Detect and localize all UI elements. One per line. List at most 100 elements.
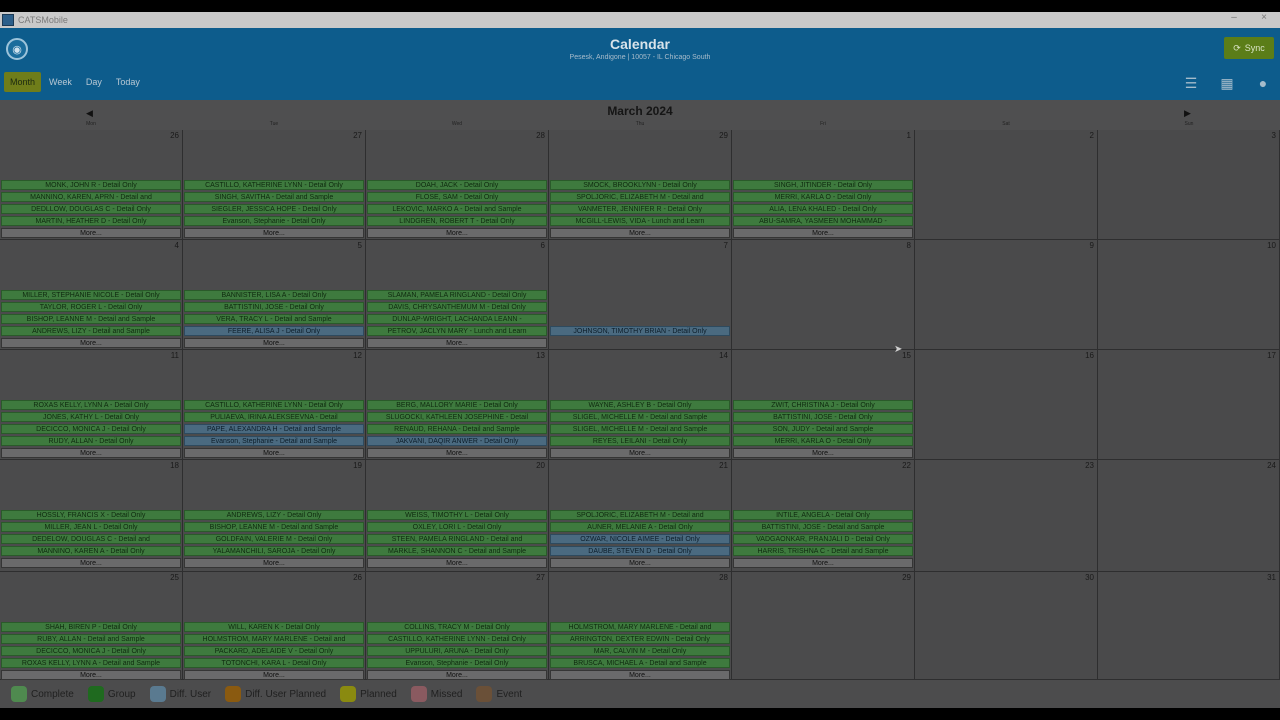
calendar-event[interactable]: Evanson, Stephanie - Detail and Sample (184, 436, 364, 446)
calendar-event[interactable]: BERG, MALLORY MARIE - Detail Only (367, 400, 547, 410)
calendar-event[interactable]: HOSSLY, FRANCIS X - Detail Only (1, 510, 181, 520)
calendar-event[interactable]: WEISS, TIMOTHY L - Detail Only (367, 510, 547, 520)
day-cell[interactable]: 26 MONK, JOHN R - Detail Only MANNINO, KAR… (0, 130, 183, 240)
more-button[interactable]: More... (1, 228, 181, 238)
more-button[interactable]: More... (184, 228, 364, 238)
day-cell[interactable]: 28 DOAH, JACK - Detail Only FLOSE, SAM - D… (366, 130, 549, 240)
calendar-event[interactable]: DOAH, JACK - Detail Only (367, 180, 547, 190)
day-cell[interactable]: 28 HOLMSTROM, MARY MARLENE - Detail and AR… (549, 572, 732, 680)
calendar-event[interactable]: SLAMAN, PAMELA RINGLAND - Detail Only (367, 290, 547, 300)
calendar-event[interactable]: BATTISTINI, JOSE - Detail Only (184, 302, 364, 312)
calendar-event[interactable]: FLOSE, SAM - Detail Only (367, 192, 547, 202)
day-cell[interactable]: 26 WILL, KAREN K - Detail Only HOLMSTROM, … (183, 572, 366, 680)
calendar-event[interactable]: DECICCO, MONICA J - Detail Only (1, 424, 181, 434)
calendar-event[interactable]: SON, JUDY - Detail and Sample (733, 424, 913, 434)
day-cell[interactable]: 31 (1098, 572, 1280, 680)
calendar-event[interactable]: BISHOP, LEANNE M - Detail and Sample (184, 522, 364, 532)
calendar-event[interactable]: RUDY, ALLAN - Detail Only (1, 436, 181, 446)
day-cell[interactable]: 7 JOHNSON, TIMOTHY BRIAN - Detail Only (549, 240, 732, 350)
calendar-event[interactable]: ZWIT, CHRISTINA J - Detail Only (733, 400, 913, 410)
calendar-event[interactable]: DUNLAP-WRIGHT, LACHANDA LEANN - (367, 314, 547, 324)
calendar-event[interactable]: PACKARD, ADELAIDE V - Detail Only (184, 646, 364, 656)
day-cell[interactable]: 9 (915, 240, 1098, 350)
more-button[interactable]: More... (1, 338, 181, 348)
calendar-event[interactable]: RENAUD, REHANA - Detail and Sample (367, 424, 547, 434)
calendar-event[interactable]: DECICCO, MONICA J - Detail Only (1, 646, 181, 656)
calendar-event[interactable]: HOLMSTROM, MARY MARLENE - Detail and (550, 622, 730, 632)
more-button[interactable]: More... (1, 558, 181, 568)
calendar-event[interactable]: YALAMANCHILI, SAROJA - Detail Only (184, 546, 364, 556)
day-cell[interactable]: 12 CASTILLO, KATHERINE LYNN - Detail Only… (183, 350, 366, 460)
day-cell[interactable]: 30 (915, 572, 1098, 680)
calendar-event[interactable]: WILL, KAREN K - Detail Only (184, 622, 364, 632)
calendar-event[interactable]: MARKLE, SHANNON C - Detail and Sample (367, 546, 547, 556)
day-cell[interactable]: 15 ZWIT, CHRISTINA J - Detail Only BATTIST… (732, 350, 915, 460)
calendar-event[interactable]: MILLER, STEPHANIE NICOLE - Detail Only (1, 290, 181, 300)
calendar-event[interactable]: BRUSCA, MICHAEL A - Detail and Sample (550, 658, 730, 668)
calendar-event[interactable]: ABU-SAMRA, YASMEEN MOHAMMAD - (733, 216, 913, 226)
day-cell[interactable]: 27 COLLINS, TRACY M - Detail Only CASTILLO… (366, 572, 549, 680)
more-button[interactable]: More... (1, 670, 181, 680)
day-cell[interactable]: 16 (915, 350, 1098, 460)
calendar-event[interactable]: ROXAS KELLY, LYNN A - Detail and Sample (1, 658, 181, 668)
more-button[interactable]: More... (184, 558, 364, 568)
calendar-event[interactable]: MANNINO, KAREN, APRN - Detail and (1, 192, 181, 202)
calendar-event[interactable]: VADGAONKAR, PRANJALI D - Detail Only (733, 534, 913, 544)
calendar-event[interactable]: AUNER, MELANIE A - Detail Only (550, 522, 730, 532)
day-cell[interactable]: 29 (732, 572, 915, 680)
calendar-event[interactable]: FEERE, ALISA J - Detail Only (184, 326, 364, 336)
tab-week[interactable]: Week (43, 72, 78, 92)
calendar-event[interactable]: MILLER, JEAN L - Detail Only (1, 522, 181, 532)
calendar-event[interactable]: PETROV, JACLYN MARY - Lunch and Learn (367, 326, 547, 336)
calendar-event[interactable]: SLIGEL, MICHELLE M - Detail and Sample (550, 412, 730, 422)
more-button[interactable]: More... (550, 448, 730, 458)
calendar-event[interactable]: REYES, LEILANI - Detail Only (550, 436, 730, 446)
minimize-button[interactable]: – (1224, 12, 1244, 23)
calendar-event[interactable]: DAVIS, CHRYSANTHEMUM M - Detail Only (367, 302, 547, 312)
calendar-event[interactable]: MAR, CALVIN M - Detail Only (550, 646, 730, 656)
calendar-event[interactable]: SHAH, BIREN P - Detail Only (1, 622, 181, 632)
calendar-event[interactable]: VANMETER, JENNIFER R - Detail Only (550, 204, 730, 214)
day-cell[interactable]: 8 (732, 240, 915, 350)
calendar-event[interactable]: MARTIN, HEATHER D - Detail Only (1, 216, 181, 226)
list-icon[interactable]: ☰ (1182, 74, 1200, 92)
calendar-event[interactable]: JOHNSON, TIMOTHY BRIAN - Detail Only (550, 326, 730, 336)
calendar-event[interactable]: MERRI, KARLA O - Detail Only (733, 436, 913, 446)
more-button[interactable]: More... (733, 228, 913, 238)
day-cell[interactable]: 24 (1098, 460, 1280, 572)
calendar-event[interactable]: BISHOP, LEANNE M - Detail and Sample (1, 314, 181, 324)
user-icon[interactable]: ● (1254, 74, 1272, 92)
calendar-event[interactable]: SLIGEL, MICHELLE M - Detail and Sample (550, 424, 730, 434)
calendar-event[interactable]: LINDGREN, ROBERT T - Detail Only (367, 216, 547, 226)
day-cell[interactable]: 23 (915, 460, 1098, 572)
calendar-event[interactable]: MANNINO, KAREN A - Detail Only (1, 546, 181, 556)
calendar-event[interactable]: ANDREWS, LIZY - Detail Only (184, 510, 364, 520)
calendar-event[interactable]: SIEGLER, JESSICA HOPE - Detail Only (184, 204, 364, 214)
more-button[interactable]: More... (367, 670, 547, 680)
calendar-event[interactable]: LEKOVIC, MARKO A - Detail and Sample (367, 204, 547, 214)
calendar-event[interactable]: PULIAEVA, IRINA ALEKSEEVNA - Detail (184, 412, 364, 422)
calendar-event[interactable]: WAYNE, ASHLEY B - Detail Only (550, 400, 730, 410)
calendar-event[interactable]: TOTONCHI, KARA L - Detail Only (184, 658, 364, 668)
day-cell[interactable]: 13 BERG, MALLORY MARIE - Detail Only SLUGO… (366, 350, 549, 460)
calendar-event[interactable]: BATTISTINI, JOSE - Detail and Sample (733, 522, 913, 532)
day-cell[interactable]: 29 SMOCK, BROOKLYNN - Detail Only SPOLJORI… (549, 130, 732, 240)
calendar-event[interactable]: CASTILLO, KATHERINE LYNN - Detail Only (184, 400, 364, 410)
calendar-event[interactable]: HARRIS, TRISHNA C - Detail and Sample (733, 546, 913, 556)
calendar-event[interactable]: SLUGOCKI, KATHLEEN JOSEPHINE - Detail (367, 412, 547, 422)
more-button[interactable]: More... (1, 448, 181, 458)
calendar-event[interactable]: BATTISTINI, JOSE - Detail Only (733, 412, 913, 422)
calendar-event[interactable]: SPOLJORIC, ELIZABETH M - Detail and (550, 510, 730, 520)
calendar-event[interactable]: COLLINS, TRACY M - Detail Only (367, 622, 547, 632)
calendar-event[interactable]: DAUBE, STEVEN D - Detail Only (550, 546, 730, 556)
calendar-event[interactable]: SINGH, SAVITHA - Detail and Sample (184, 192, 364, 202)
calendar-event[interactable]: GOLDFAIN, VALERIE M - Detail Only (184, 534, 364, 544)
calendar-event[interactable]: RUBY, ALLAN - Detail and Sample (1, 634, 181, 644)
calendar-event[interactable]: OZWAR, NICOLE AIMEE - Detail Only (550, 534, 730, 544)
calendar-event[interactable]: SPOLJORIC, ELIZABETH M - Detail and (550, 192, 730, 202)
day-cell[interactable]: 1 SINGH, JITINDER - Detail Only MERRI, KAR… (732, 130, 915, 240)
calendar-event[interactable]: CASTILLO, KATHERINE LYNN - Detail Only (367, 634, 547, 644)
more-button[interactable]: More... (550, 228, 730, 238)
tab-month[interactable]: Month (4, 72, 42, 92)
day-cell[interactable]: 20 WEISS, TIMOTHY L - Detail Only OXLEY, L… (366, 460, 549, 572)
